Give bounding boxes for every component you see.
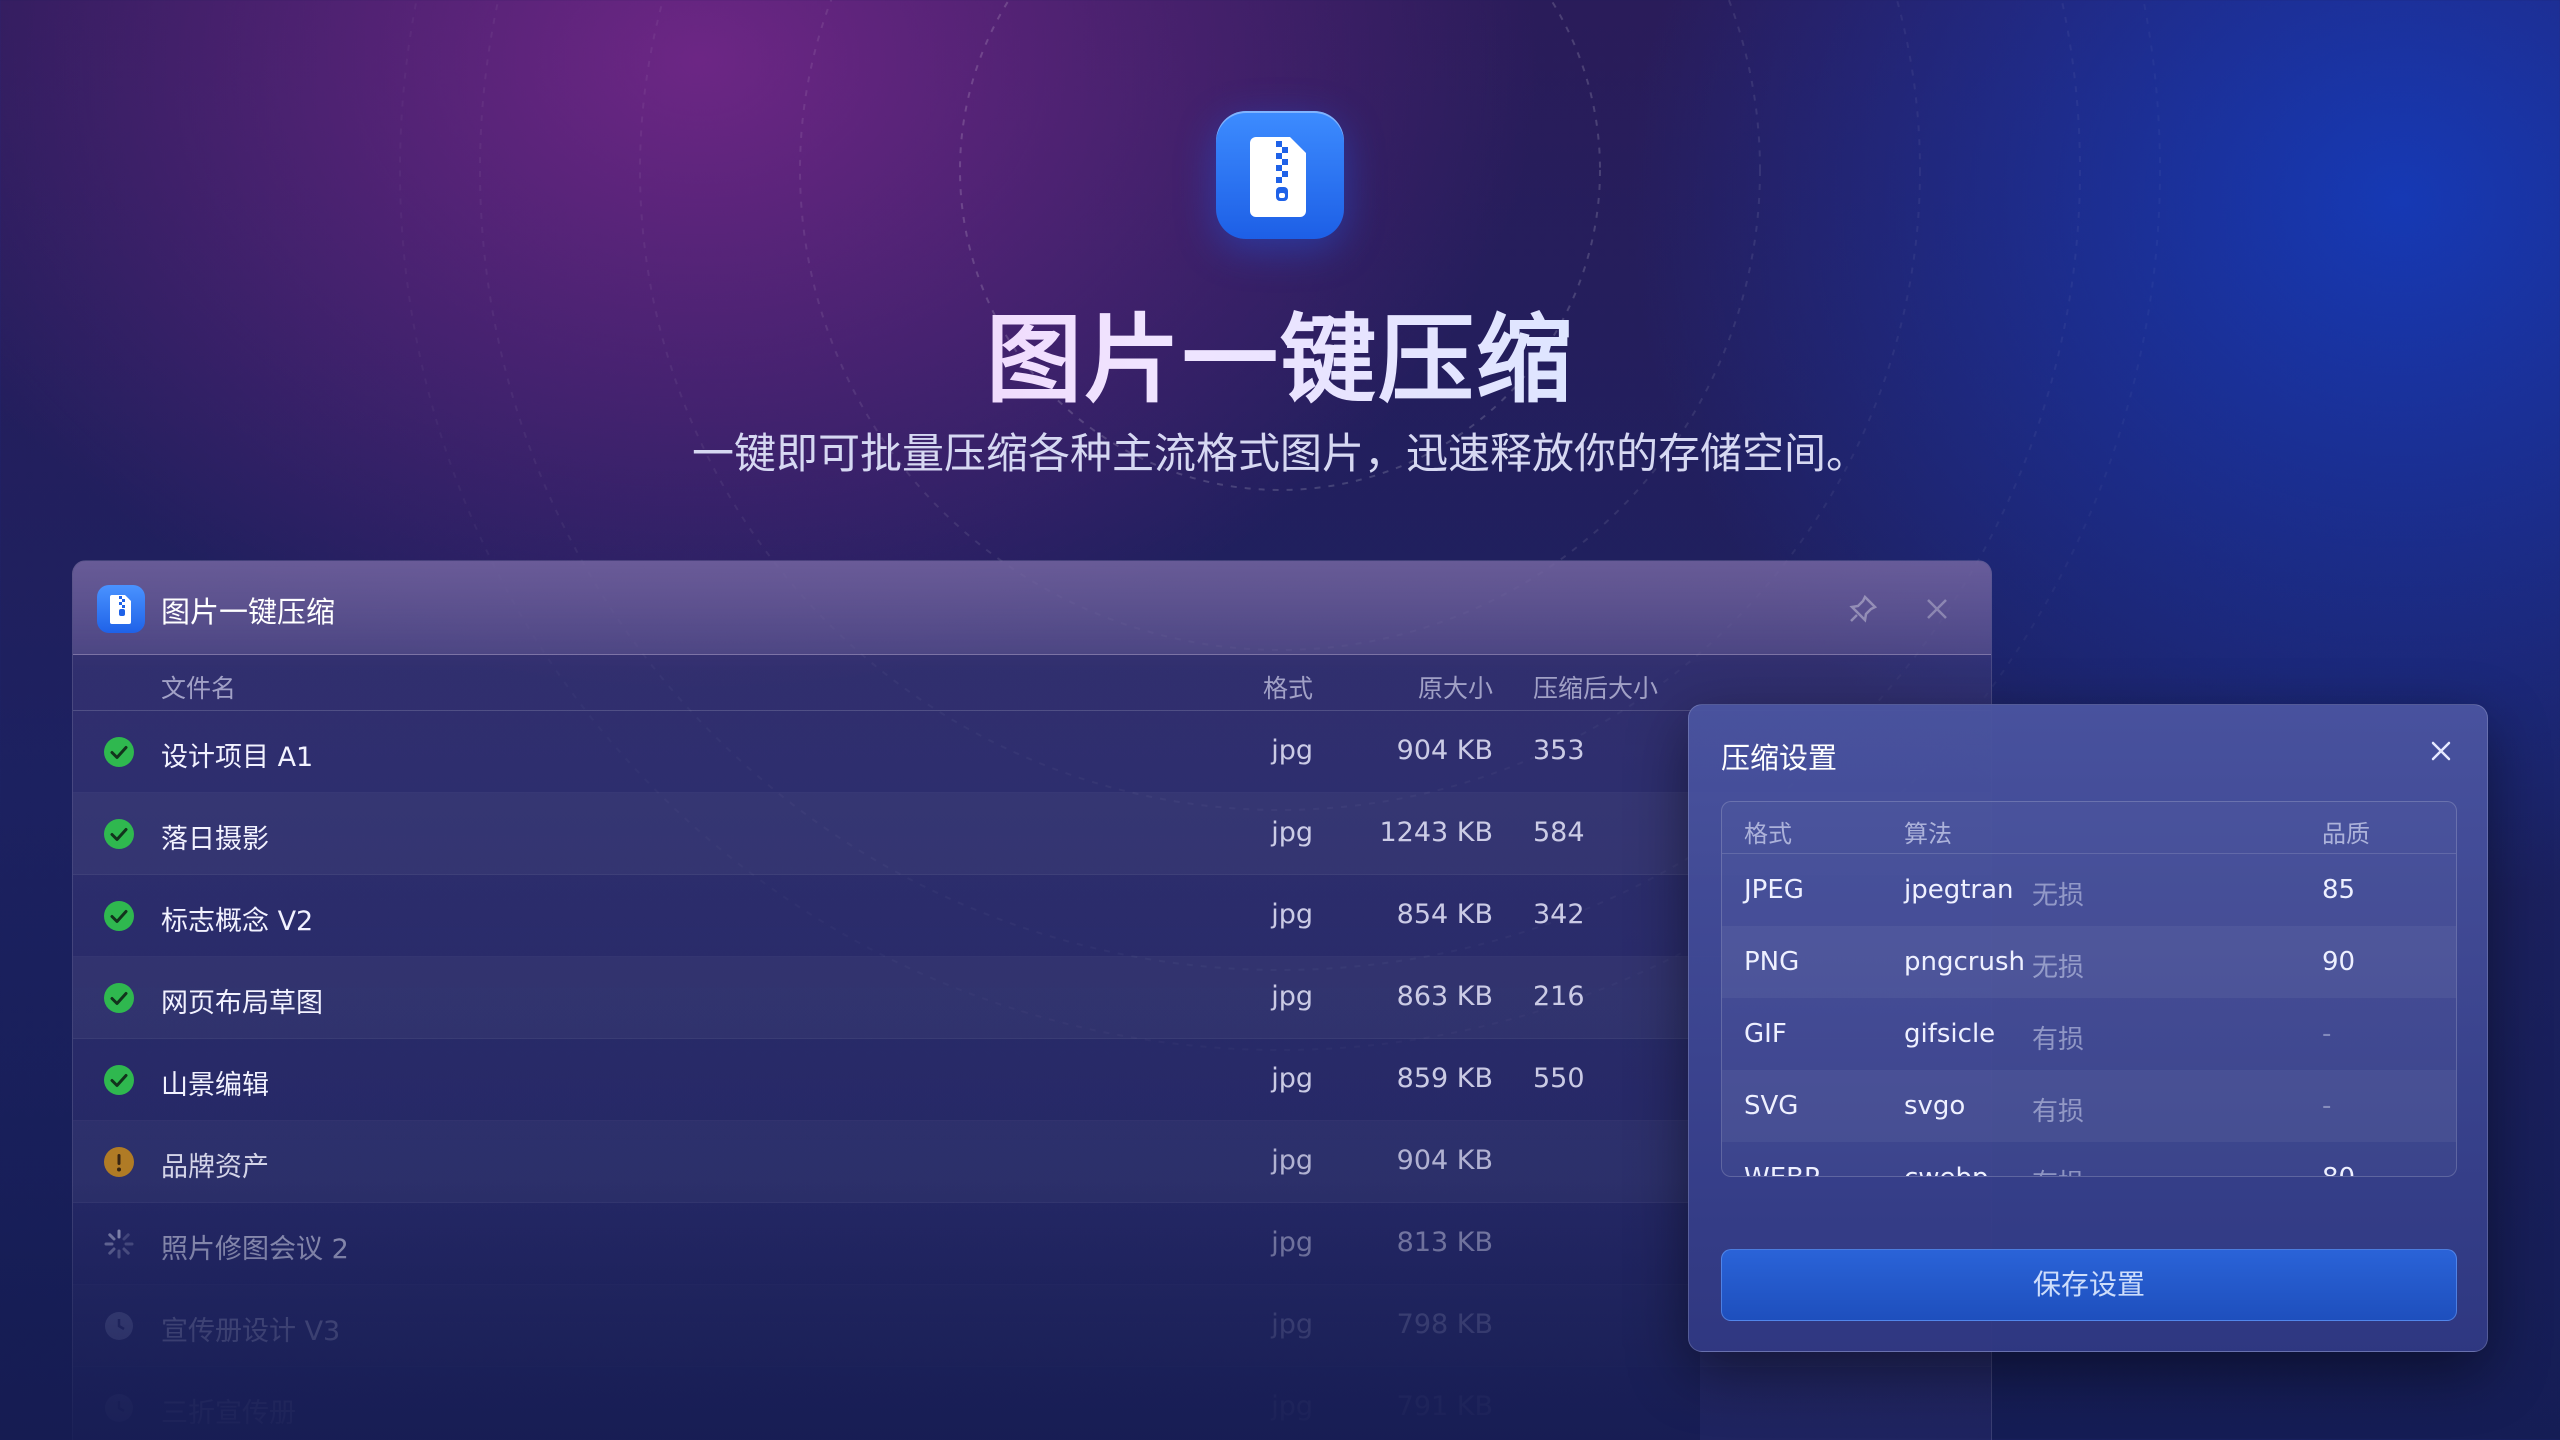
settings-table-header: 格式 算法 品质 bbox=[1722, 802, 2456, 854]
file-original-size: 798 KB bbox=[1396, 1309, 1493, 1340]
mode-value: 有损 bbox=[2032, 1163, 2084, 1176]
file-name: 山景编辑 bbox=[161, 1070, 269, 1101]
file-name: 设计项目 A1 bbox=[161, 742, 314, 773]
settings-table: 格式 算法 品质 JPEG jpegtran 无损 85 PNG pngcrus… bbox=[1721, 801, 2457, 1177]
clock-icon bbox=[103, 1392, 135, 1424]
app-logo-icon bbox=[1216, 111, 1344, 239]
file-format: jpg bbox=[1271, 1063, 1313, 1094]
column-original-size[interactable]: 原大小 bbox=[1313, 669, 1493, 705]
hero-subtitle: 一键即可批量压缩各种主流格式图片，迅速释放你的存储空间。 bbox=[691, 429, 1868, 478]
format-label: JPEG bbox=[1744, 875, 1804, 905]
file-format: jpg bbox=[1271, 735, 1313, 766]
mode-value: 无损 bbox=[2032, 953, 2085, 983]
file-format: jpg bbox=[1271, 1309, 1313, 1340]
quality-value: - bbox=[2322, 1091, 2332, 1121]
check-circle-icon bbox=[103, 900, 135, 932]
file-name: 宣传册设计 V3 bbox=[161, 1316, 341, 1347]
quality-value[interactable]: 85 bbox=[2322, 875, 2355, 905]
mode-value: 有损 bbox=[2032, 1025, 2085, 1055]
close-icon[interactable] bbox=[2425, 735, 2457, 767]
file-format: jpg bbox=[1271, 1391, 1313, 1422]
file-name: 网页布局草图 bbox=[161, 988, 323, 1019]
panel-title: 压缩设置 bbox=[1721, 741, 1838, 775]
column-compressed-size[interactable]: 压缩后大小 bbox=[1533, 669, 1793, 705]
compression-settings-panel: 压缩设置 格式 算法 品质 JPEG jpegtran 无损 85 PNG pn… bbox=[1688, 704, 2488, 1352]
file-name: 标志概念 V2 bbox=[161, 906, 314, 937]
file-format: jpg bbox=[1271, 899, 1313, 930]
file-original-size: 813 KB bbox=[1396, 1227, 1493, 1258]
warning-circle-icon bbox=[103, 1146, 135, 1178]
algorithm-value[interactable]: jpegtran bbox=[1904, 875, 2014, 905]
save-settings-button[interactable]: 保存设置 bbox=[1721, 1249, 2457, 1321]
file-original-size: 859 KB bbox=[1396, 1063, 1493, 1094]
algorithm-value[interactable]: gifsicle bbox=[1904, 1019, 1995, 1049]
file-format: jpg bbox=[1271, 817, 1313, 848]
window-title: 图片一键压缩 bbox=[161, 595, 336, 629]
quality-value[interactable]: 80 bbox=[2322, 1163, 2355, 1176]
file-name: 三折宣传册 bbox=[161, 1398, 296, 1429]
loading-spinner-icon bbox=[103, 1228, 135, 1260]
format-label: PNG bbox=[1744, 947, 1800, 977]
file-name: 落日摄影 bbox=[161, 824, 269, 855]
column-algorithm: 算法 bbox=[1904, 820, 1952, 848]
pin-icon[interactable] bbox=[1845, 591, 1881, 627]
column-format[interactable]: 格式 bbox=[1173, 669, 1313, 705]
format-label: SVG bbox=[1744, 1091, 1799, 1121]
check-circle-icon bbox=[103, 982, 135, 1014]
hero-title: 图片一键压缩 bbox=[0, 282, 2560, 421]
file-format: jpg bbox=[1271, 1227, 1313, 1258]
file-original-size: 1243 KB bbox=[1379, 817, 1493, 848]
mode-value: 有损 bbox=[2032, 1097, 2085, 1127]
algorithm-value[interactable]: pngcrush bbox=[1904, 947, 2025, 977]
quality-value[interactable]: 90 bbox=[2322, 947, 2355, 977]
window-app-icon bbox=[97, 585, 145, 633]
settings-row[interactable]: SVG svgo 有损 - bbox=[1722, 1070, 2456, 1142]
settings-row[interactable]: GIF gifsicle 有损 - bbox=[1722, 998, 2456, 1070]
table-row[interactable]: 三折宣传册 jpg 791 KB bbox=[73, 1367, 1991, 1440]
algorithm-value[interactable]: cwebp bbox=[1904, 1163, 1989, 1176]
settings-row[interactable]: WEBP cwebp 有损 80 bbox=[1722, 1142, 2456, 1176]
settings-row[interactable]: PNG pngcrush 无损 90 bbox=[1722, 926, 2456, 998]
window-titlebar[interactable]: 图片一键压缩 bbox=[73, 561, 1991, 655]
file-name: 照片修图会议 2 bbox=[161, 1234, 349, 1265]
file-original-size: 791 KB bbox=[1396, 1391, 1493, 1422]
file-format: jpg bbox=[1271, 1145, 1313, 1176]
check-circle-icon bbox=[103, 1064, 135, 1096]
file-format: jpg bbox=[1271, 981, 1313, 1012]
format-label: GIF bbox=[1744, 1019, 1787, 1049]
clock-icon bbox=[103, 1310, 135, 1342]
file-original-size: 904 KB bbox=[1396, 1145, 1493, 1176]
check-circle-icon bbox=[103, 818, 135, 850]
file-table-header: 文件名 格式 原大小 压缩后大小 bbox=[73, 655, 1991, 711]
column-filename[interactable]: 文件名 bbox=[161, 669, 236, 705]
file-name: 品牌资产 bbox=[161, 1152, 269, 1183]
file-original-size: 863 KB bbox=[1396, 981, 1493, 1012]
mode-value: 无损 bbox=[2032, 881, 2085, 911]
quality-value: - bbox=[2322, 1019, 2332, 1049]
window-close-icon[interactable] bbox=[1919, 591, 1955, 627]
check-circle-icon bbox=[103, 736, 135, 768]
column-format: 格式 bbox=[1744, 820, 1792, 848]
algorithm-value[interactable]: svgo bbox=[1904, 1091, 1965, 1121]
file-original-size: 854 KB bbox=[1396, 899, 1493, 930]
column-quality: 品质 bbox=[2322, 820, 2370, 848]
format-label: WEBP bbox=[1744, 1163, 1820, 1176]
settings-row[interactable]: JPEG jpegtran 无损 85 bbox=[1722, 854, 2456, 926]
file-original-size: 904 KB bbox=[1396, 735, 1493, 766]
